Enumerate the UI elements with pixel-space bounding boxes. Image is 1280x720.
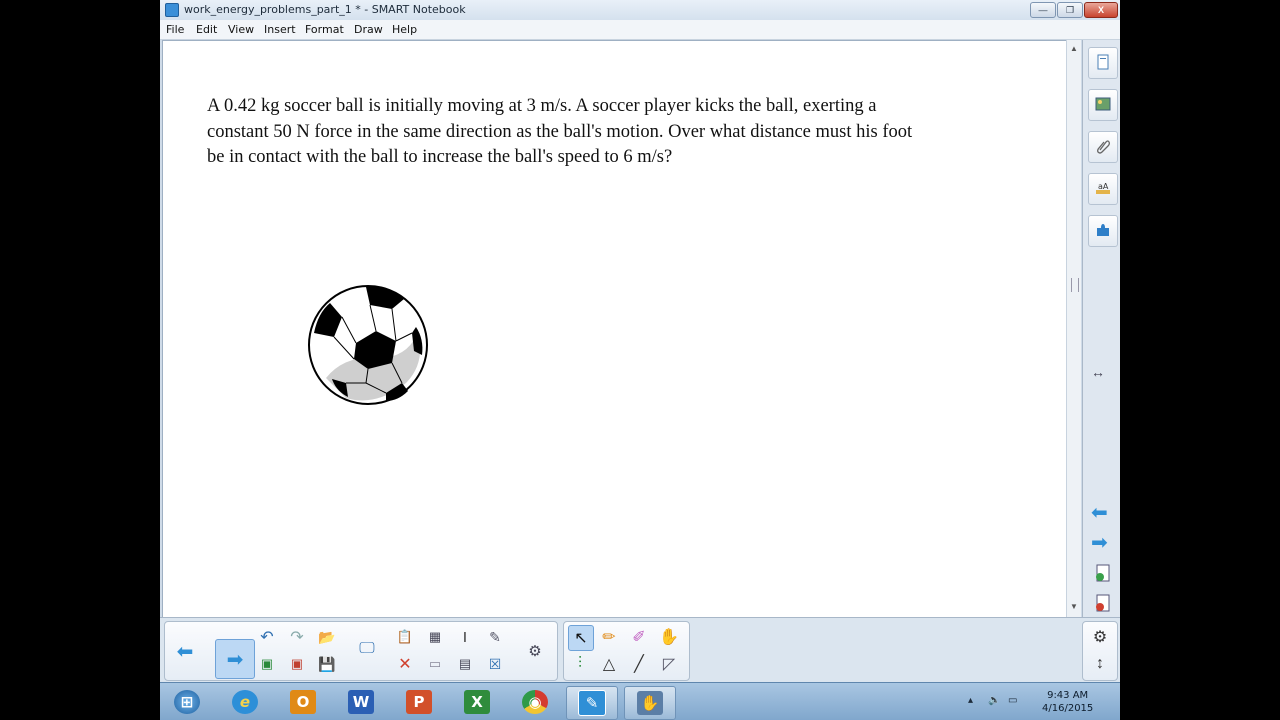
smart-notebook-icon: ✎	[578, 690, 606, 716]
undo-icon[interactable]: ↶	[255, 625, 279, 649]
puzzle-icon	[1097, 224, 1109, 236]
save-icon[interactable]: 💾	[315, 652, 339, 676]
attachments-tab[interactable]	[1088, 131, 1118, 163]
show-hidden-icons-icon[interactable]: ▴	[968, 695, 973, 706]
svg-text:aA: aA	[1098, 182, 1109, 191]
clock-time: 9:43 AM	[1047, 690, 1089, 701]
hand-tool-icon[interactable]: ✋	[657, 625, 681, 649]
minimize-button[interactable]: —	[1030, 2, 1056, 18]
taskbar-outlook[interactable]: O	[278, 686, 328, 718]
menu-edit[interactable]: Edit	[196, 23, 217, 36]
paperclip-icon	[1097, 140, 1110, 154]
drawing-tools-group: ↖ ✏ ✐ ✋ ⫶ △ ╱ ◸	[563, 621, 690, 681]
insert-text-icon[interactable]: Ⅰ	[453, 625, 477, 649]
page-sorter-icon	[1097, 54, 1109, 70]
restore-button[interactable]: ❐	[1057, 2, 1083, 18]
gallery-icon	[1095, 97, 1111, 111]
menu-format[interactable]: Format	[305, 23, 344, 36]
taskbar-smart-notebook[interactable]: ✎	[566, 686, 618, 720]
magic-pen-tool-icon[interactable]: ⫶	[568, 652, 592, 676]
app-icon	[165, 3, 179, 17]
taskbar-word[interactable]: W	[336, 686, 386, 718]
settings-icon[interactable]: ⚙	[1088, 625, 1112, 649]
windows-taskbar: ⊞ e O W P X ◉ ✎ ✋ ▴ 🔈 ▭ 9:43 AM 4/16/201…	[160, 682, 1120, 720]
select-tool-icon[interactable]: ↖	[568, 625, 594, 651]
outlook-icon: O	[290, 690, 316, 714]
back-button[interactable]: ⬅	[173, 639, 197, 663]
line-tool-icon[interactable]: ╱	[627, 652, 651, 676]
smart-tools-icon: ✋	[637, 691, 663, 715]
delete-page-icon[interactable]	[1093, 593, 1113, 613]
menu-insert[interactable]: Insert	[264, 23, 296, 36]
properties-icon: aA	[1096, 182, 1110, 194]
canvas-scrollbar[interactable]: ▲ ▼	[1066, 40, 1081, 617]
volume-icon[interactable]: 🔈	[988, 695, 1000, 706]
eraser-tool-icon[interactable]: ◸	[657, 652, 681, 676]
taskbar-excel[interactable]: X	[452, 686, 502, 718]
windows-start-icon: ⊞	[174, 690, 200, 714]
taskbar-internet-explorer[interactable]: e	[220, 686, 270, 718]
menu-view[interactable]: View	[228, 23, 254, 36]
delete-icon[interactable]: ✕	[393, 652, 417, 676]
menu-bar: File Edit View Insert Format Draw Help	[160, 20, 1120, 40]
menu-help[interactable]: Help	[392, 23, 417, 36]
page-sorter-tab[interactable]	[1088, 47, 1118, 79]
gallery-tab[interactable]	[1088, 89, 1118, 121]
page-tools-group: ⬅ ➡ ↶ ▣ ↷ ▣ 📂 💾 🖵 📋 ✕ ▦ ▭ Ⅰ ▤ ✎ ☒ ⚙	[164, 621, 558, 681]
scroll-up-icon[interactable]: ▲	[1070, 44, 1078, 53]
page-canvas[interactable]: A 0.42 kg soccer ball is initially movin…	[162, 40, 1067, 618]
previous-page-button[interactable]: ⬅	[1091, 500, 1108, 525]
powerpoint-icon: P	[406, 690, 432, 714]
magic-pen-icon[interactable]: ✎	[483, 625, 507, 649]
screen-shade-icon[interactable]: 🖵	[355, 637, 379, 661]
clock-date: 4/16/2015	[1042, 703, 1094, 714]
taskbar-chrome[interactable]: ◉	[510, 686, 560, 718]
add-blank-page-icon[interactable]: ▣	[255, 652, 279, 676]
soccer-ball-image[interactable]	[306, 283, 430, 407]
taskbar-smart-tools[interactable]: ✋	[624, 686, 676, 720]
close-document-icon[interactable]: ☒	[483, 652, 507, 676]
bottom-toolbar: ⬅ ➡ ↶ ▣ ↷ ▣ 📂 💾 🖵 📋 ✕ ▦ ▭ Ⅰ ▤ ✎ ☒ ⚙ ↖ ✏ …	[160, 617, 1120, 682]
creative-pen-icon[interactable]: ✐	[627, 625, 651, 649]
shape-tool-icon[interactable]: △	[597, 652, 621, 676]
add-page-icon[interactable]	[1093, 563, 1113, 583]
window-title: work_energy_problems_part_1 * - SMART No…	[184, 3, 466, 16]
resize-handle-icon[interactable]: ↔	[1091, 364, 1105, 380]
start-button[interactable]: ⊞	[162, 686, 212, 718]
word-icon: W	[348, 690, 374, 714]
problem-text[interactable]: A 0.42 kg soccer ball is initially movin…	[207, 94, 1007, 171]
excel-icon: X	[464, 690, 490, 714]
redo-icon[interactable]: ↷	[285, 625, 309, 649]
chrome-icon: ◉	[522, 690, 548, 714]
open-file-icon[interactable]: 📂	[315, 625, 339, 649]
title-bar: work_energy_problems_part_1 * - SMART No…	[160, 0, 1120, 20]
menu-file[interactable]: File	[166, 23, 184, 36]
paste-icon[interactable]: 📋	[393, 625, 417, 649]
taskbar-powerpoint[interactable]: P	[394, 686, 444, 718]
full-screen-icon[interactable]: ▦	[423, 625, 447, 649]
internet-explorer-icon: e	[232, 690, 258, 714]
show-hide-screen-icon[interactable]: ▭	[423, 652, 447, 676]
side-tab-panel: aA ↔ ⬅ ➡	[1082, 40, 1120, 617]
move-toolbar-icon[interactable]: ↕	[1088, 652, 1112, 676]
properties-tab[interactable]: aA	[1088, 173, 1118, 205]
delete-page-toolbar-icon[interactable]: ▣	[285, 652, 309, 676]
close-button[interactable]: X	[1084, 2, 1118, 18]
network-icon[interactable]: ▭	[1008, 695, 1017, 706]
forward-button[interactable]: ➡	[215, 639, 255, 679]
smart-notebook-window: work_energy_problems_part_1 * - SMART No…	[160, 0, 1120, 720]
scroll-down-icon[interactable]: ▼	[1070, 602, 1078, 611]
insert-table-icon[interactable]: ▤	[453, 652, 477, 676]
scroll-thumb[interactable]	[1071, 278, 1079, 292]
document-camera-icon[interactable]: ⚙	[523, 639, 547, 663]
menu-draw[interactable]: Draw	[354, 23, 383, 36]
pen-tool-icon[interactable]: ✏	[597, 625, 621, 649]
add-ons-tab[interactable]	[1088, 215, 1118, 247]
system-clock[interactable]: 9:43 AM 4/16/2015	[1042, 689, 1093, 715]
toolbar-settings-group: ⚙ ↕	[1082, 621, 1118, 681]
next-page-button[interactable]: ➡	[1091, 530, 1108, 555]
